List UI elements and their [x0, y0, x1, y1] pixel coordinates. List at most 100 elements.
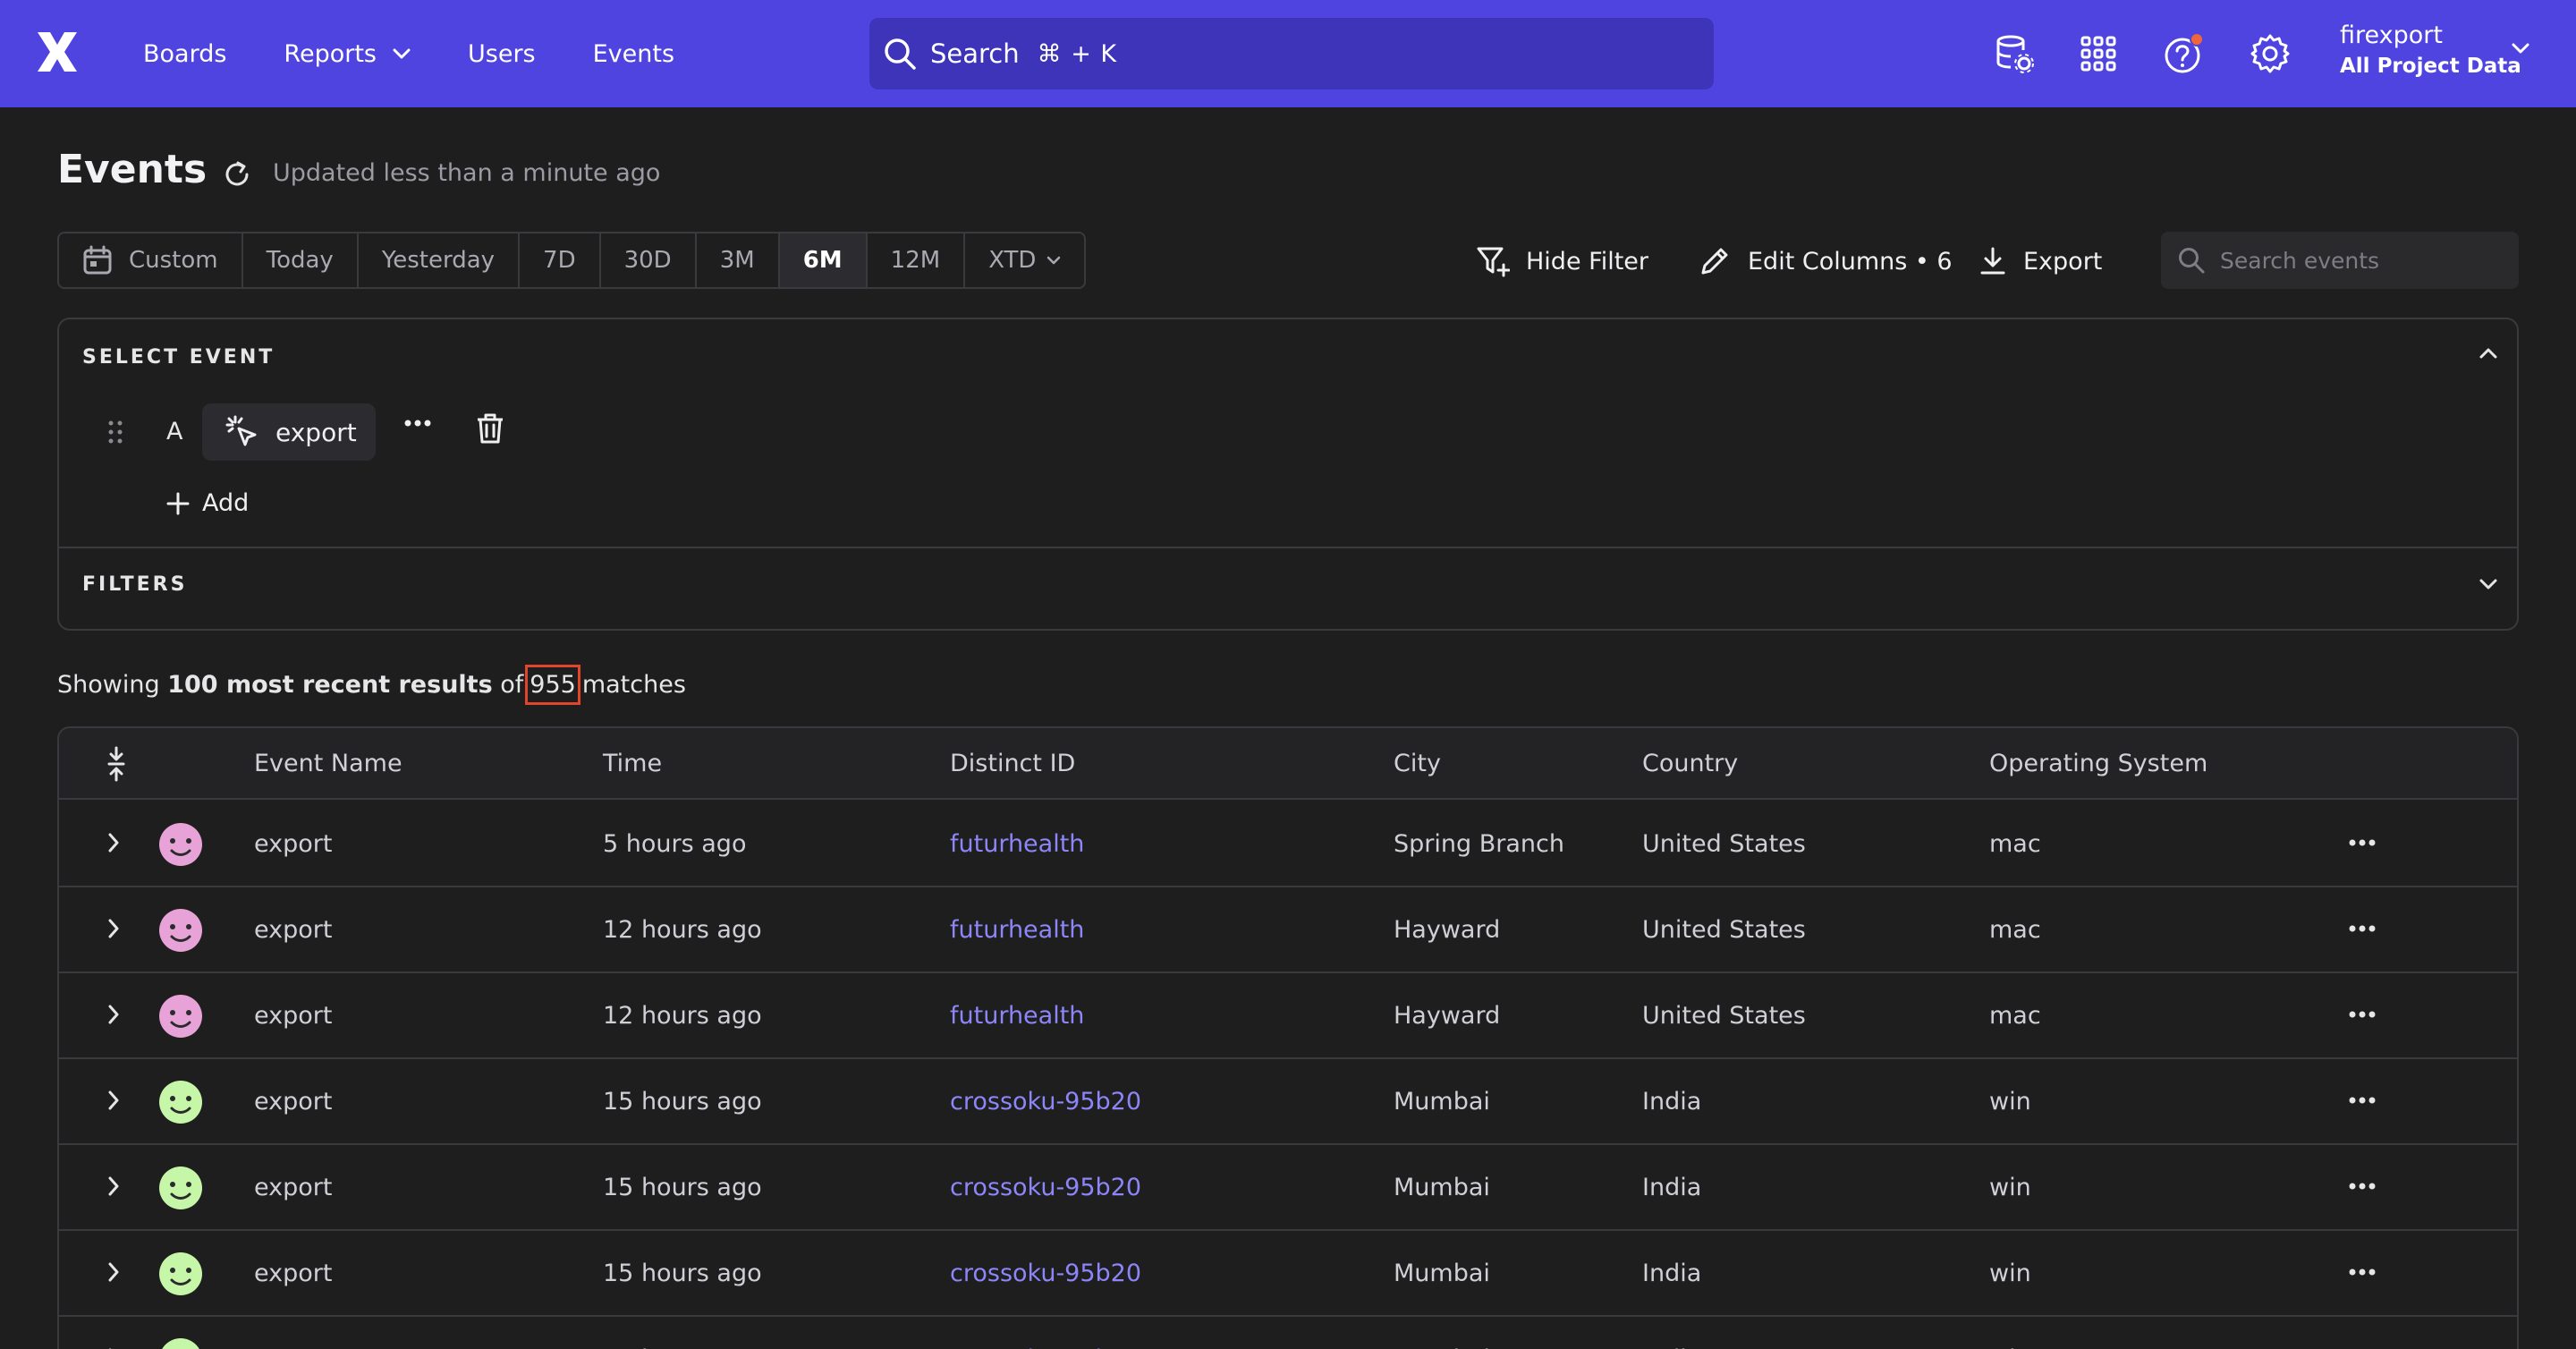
collapse-rows-icon[interactable] — [104, 746, 129, 782]
cell-time: 15 hours ago — [603, 1174, 762, 1201]
cell-operating-system: win — [1989, 1088, 2031, 1116]
cell-operating-system: win — [1989, 1345, 2031, 1349]
nav-users[interactable]: Users — [468, 40, 536, 68]
more-icon[interactable] — [2349, 1097, 2376, 1104]
nav-events-label: Events — [592, 39, 675, 68]
drag-handle-icon[interactable] — [107, 420, 123, 445]
table-row[interactable]: export 15 hours ago crossoku-95b20 Mumba… — [59, 1317, 2517, 1349]
range-7d[interactable]: 7D — [520, 233, 601, 287]
cell-distinct-id-link[interactable]: futurhealth — [950, 916, 1084, 944]
range-12m[interactable]: 12M — [868, 233, 966, 287]
nav-boards[interactable]: Boards — [143, 40, 226, 68]
table-row[interactable]: export 12 hours ago futurhealth Hayward … — [59, 887, 2517, 973]
help-icon[interactable] — [2163, 32, 2206, 75]
avatar — [162, 1338, 199, 1349]
chevron-right-icon[interactable] — [107, 1090, 120, 1111]
chevron-right-icon[interactable] — [107, 1175, 120, 1197]
chevron-right-icon[interactable] — [107, 918, 120, 939]
range-custom-label: Custom — [129, 247, 218, 274]
range-today[interactable]: Today — [243, 233, 359, 287]
more-icon[interactable] — [2349, 1268, 2376, 1276]
table-row[interactable]: export 15 hours ago crossoku-95b20 Mumba… — [59, 1231, 2517, 1317]
cell-distinct-id-link[interactable]: crossoku-95b20 — [950, 1345, 1141, 1349]
project-scope: All Project Data — [2340, 55, 2521, 78]
nav-reports[interactable]: Reports — [284, 40, 411, 68]
hide-filter-button[interactable]: Hide Filter — [1476, 240, 1648, 283]
avatar — [159, 823, 202, 866]
edit-columns-button[interactable]: Edit Columns • 6 — [1698, 240, 1953, 283]
range-xtd[interactable]: XTD — [965, 233, 1084, 287]
cell-event-name: export — [254, 1345, 332, 1349]
range-3m-label: 3M — [719, 247, 755, 274]
cell-event-name: export — [254, 1002, 333, 1030]
filter-icon — [1477, 247, 1510, 277]
column-header-distinct-id[interactable]: Distinct ID — [950, 750, 1075, 777]
refresh-icon[interactable] — [222, 159, 252, 190]
table-header: Event Name Time Distinct ID City Country… — [59, 728, 2517, 800]
range-6m[interactable]: 6M — [779, 233, 868, 287]
summary-of: of — [500, 671, 524, 699]
range-today-label: Today — [266, 247, 334, 274]
search-shortcut: ⌘ + K — [1037, 39, 1118, 68]
search-events — [2161, 232, 2519, 289]
filters-label[interactable]: FILTERS — [82, 573, 187, 596]
cell-operating-system: win — [1989, 1260, 2031, 1287]
cell-distinct-id-link[interactable]: futurhealth — [950, 1002, 1084, 1030]
chevron-down-icon — [393, 48, 411, 59]
event-chip[interactable]: export — [202, 403, 376, 461]
column-header-city[interactable]: City — [1394, 750, 1441, 777]
range-3m[interactable]: 3M — [697, 233, 780, 287]
cell-distinct-id-link[interactable]: futurhealth — [950, 830, 1084, 858]
column-header-operating-system[interactable]: Operating System — [1989, 750, 2207, 777]
add-event-label: Add — [202, 489, 250, 517]
cell-country: India — [1642, 1174, 1702, 1201]
cell-distinct-id-link[interactable]: crossoku-95b20 — [950, 1260, 1141, 1287]
cell-distinct-id-link[interactable]: crossoku-95b20 — [950, 1088, 1141, 1116]
apps-grid-icon[interactable] — [2077, 32, 2120, 75]
chevron-up-icon[interactable] — [2479, 348, 2497, 359]
logo-icon[interactable] — [34, 29, 80, 75]
chevron-down-icon[interactable] — [2479, 579, 2497, 590]
chevron-right-icon[interactable] — [107, 1261, 120, 1283]
last-updated: Updated less than a minute ago — [273, 159, 661, 187]
add-event-button[interactable]: Add — [166, 489, 249, 517]
cell-country: United States — [1642, 830, 1806, 858]
chevron-right-icon[interactable] — [107, 1004, 120, 1025]
range-custom[interactable]: Custom — [59, 233, 243, 287]
cell-time: 15 hours ago — [603, 1088, 762, 1116]
nav-reports-label: Reports — [284, 39, 377, 68]
more-icon[interactable] — [2349, 1183, 2376, 1190]
gear-icon[interactable] — [2249, 32, 2292, 75]
search-events-input[interactable] — [2220, 247, 2506, 274]
cell-distinct-id-link[interactable]: crossoku-95b20 — [950, 1174, 1141, 1201]
range-yesterday[interactable]: Yesterday — [359, 233, 521, 287]
nav-users-label: Users — [468, 39, 536, 68]
more-icon[interactable] — [2349, 925, 2376, 932]
column-header-time[interactable]: Time — [603, 750, 662, 777]
column-header-country[interactable]: Country — [1642, 750, 1738, 777]
chevron-right-icon[interactable] — [107, 832, 120, 853]
more-icon[interactable] — [2349, 839, 2376, 846]
summary-suffix: matches — [581, 671, 686, 699]
cell-time: 12 hours ago — [603, 916, 762, 944]
project-selector[interactable]: firexport All Project Data — [2340, 21, 2521, 78]
cell-event-name: export — [254, 1174, 333, 1201]
global-search[interactable]: Search ⌘ + K — [869, 18, 1714, 89]
table-row[interactable]: export 15 hours ago crossoku-95b20 Mumba… — [59, 1059, 2517, 1145]
table-row[interactable]: export 5 hours ago futurhealth Spring Br… — [59, 802, 2517, 887]
more-icon[interactable] — [2349, 1011, 2376, 1018]
table-row[interactable]: export 15 hours ago crossoku-95b20 Mumba… — [59, 1145, 2517, 1231]
column-header-event-name[interactable]: Event Name — [254, 750, 402, 777]
nav-events[interactable]: Events — [593, 40, 674, 68]
table-row[interactable]: export 12 hours ago futurhealth Hayward … — [59, 973, 2517, 1059]
cell-country: India — [1642, 1088, 1702, 1116]
more-icon[interactable] — [404, 420, 431, 427]
range-30d[interactable]: 30D — [601, 233, 697, 287]
events-table: Event Name Time Distinct ID City Country… — [57, 726, 2519, 1349]
trash-icon[interactable] — [476, 412, 504, 445]
chevron-down-icon[interactable] — [2512, 43, 2529, 54]
database-settings-icon[interactable] — [1993, 32, 2036, 75]
export-button[interactable]: Export — [1979, 240, 2102, 283]
range-6m-label: 6M — [802, 247, 843, 274]
range-yesterday-label: Yesterday — [381, 247, 496, 274]
